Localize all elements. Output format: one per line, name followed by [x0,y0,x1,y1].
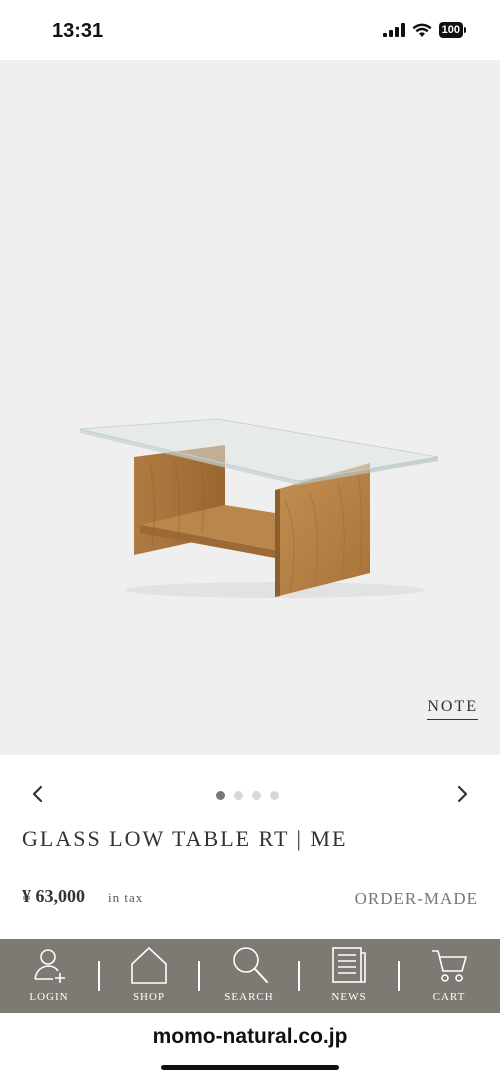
nav-divider [298,961,300,991]
product-title: GLASS LOW TABLE RT | ME [22,826,348,851]
pager-dot[interactable] [252,791,261,800]
nav-label-login: LOGIN [29,991,69,1003]
nav-divider [398,961,400,991]
status-time: 13:31 [52,20,104,42]
nav-label-news: NEWS [331,991,367,1003]
nav-divider [198,961,200,991]
news-icon [332,947,366,983]
home-indicator [161,1065,339,1070]
glass-low-table-image [79,418,439,598]
cart-icon [432,950,467,982]
product-hero[interactable]: NOTE [0,60,500,755]
browser-address-bar[interactable]: momo-natural.co.jp [0,1013,500,1080]
nav-label-cart: CART [432,991,466,1003]
chevron-left-icon[interactable] [28,782,48,806]
chevron-right-icon[interactable] [452,782,472,806]
pager-dots [216,791,279,800]
nav-label-shop: SHOP [132,991,166,1003]
nav-news[interactable]: NEWS [314,939,384,1013]
pager-dot[interactable] [234,791,243,800]
nav-login[interactable]: LOGIN [14,939,84,1013]
nav-shop[interactable]: SHOP [114,939,184,1013]
pager-dot[interactable] [270,791,279,800]
home-icon [131,947,167,984]
order-made-badge: ORDER-MADE [354,889,478,908]
cellular-signal-icon [382,23,405,37]
nav-divider [98,961,100,991]
price-tax-note: in tax [108,890,144,905]
price-row: ¥ 63,000 in tax ORDER-MADE [22,886,478,916]
nav-label-search: SEARCH [224,991,274,1003]
url-text[interactable]: momo-natural.co.jp [0,1025,500,1049]
status-icons: 100 [382,22,466,38]
battery-level: 100 [438,22,463,38]
battery-icon: 100 [438,22,466,38]
nav-cart[interactable]: CART [414,939,484,1013]
bottom-nav: LOGIN SHOP SEARCH NEWS CART [0,939,500,1013]
image-pager [0,772,500,818]
status-bar: 13:31 100 [0,0,500,60]
note-link[interactable]: NOTE [427,698,478,720]
pager-dot[interactable] [216,791,225,800]
wifi-icon [412,23,432,37]
nav-search[interactable]: SEARCH [214,939,284,1013]
product-price: ¥ 63,000 [22,886,85,906]
login-user-icon [34,949,65,983]
search-icon [233,947,268,983]
